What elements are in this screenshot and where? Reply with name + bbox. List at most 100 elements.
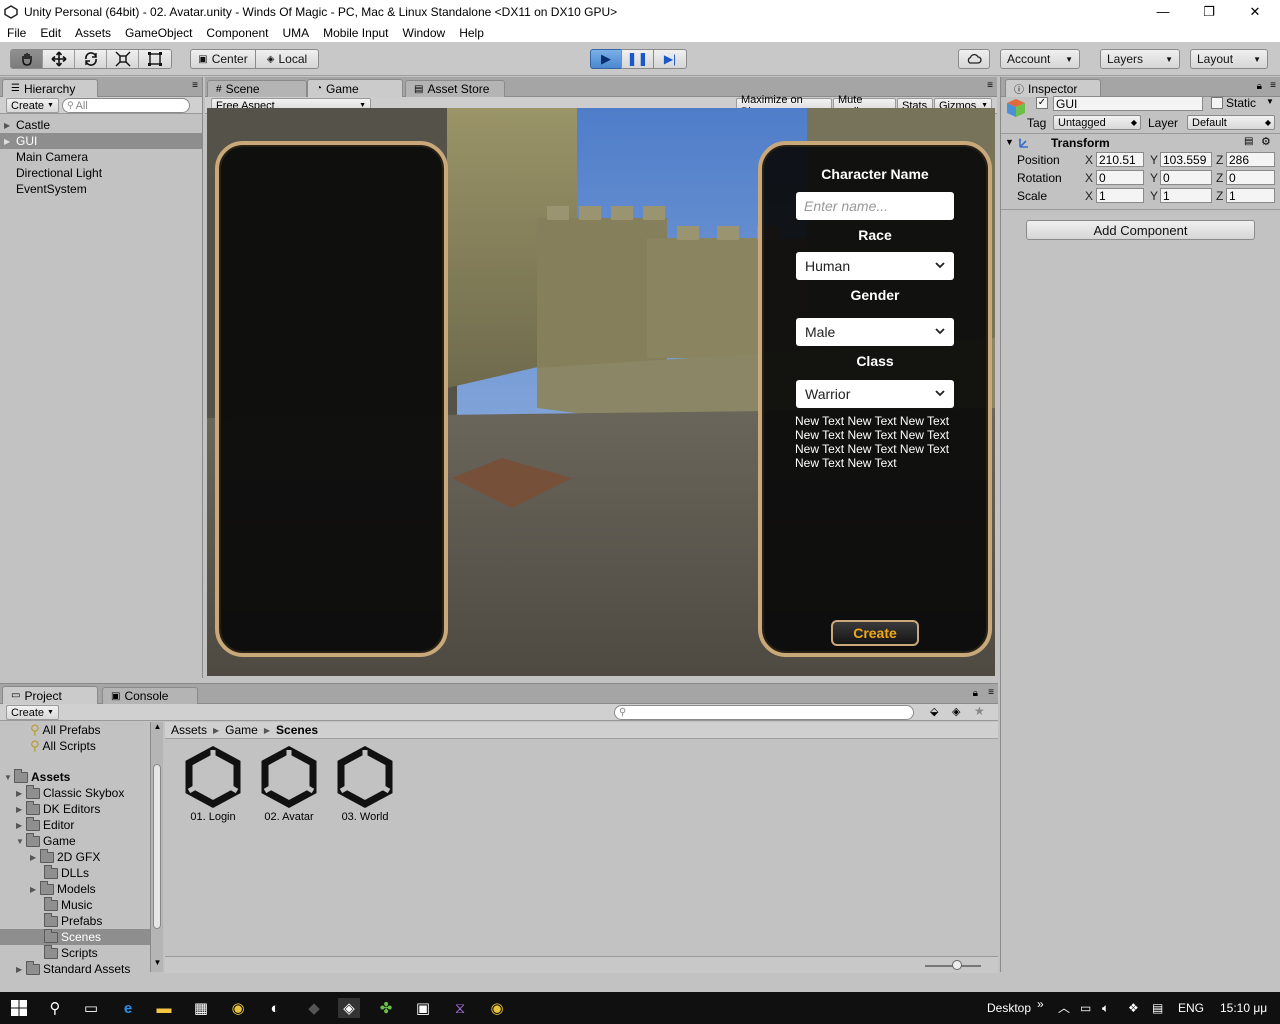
project-search-input[interactable]: ⚲ <box>614 705 914 720</box>
scale-x-field[interactable]: 1 <box>1096 188 1144 203</box>
static-dropdown-icon[interactable]: ▼ <box>1266 97 1274 106</box>
fold-arrow-icon[interactable]: ▶ <box>4 137 14 146</box>
hierarchy-item-castle[interactable]: ▶ Castle <box>0 117 202 133</box>
minimize-button[interactable]: — <box>1140 0 1186 23</box>
menu-edit[interactable]: Edit <box>33 26 68 40</box>
step-button[interactable]: ▶| <box>653 49 687 69</box>
scroll-up-icon[interactable]: ▲ <box>151 722 164 734</box>
panel-menu-icon[interactable]: ≡ <box>987 80 993 91</box>
tree-scrollbar[interactable]: ▲ ▼ <box>150 722 163 972</box>
filter-by-label-icon[interactable]: ◈ <box>952 705 960 718</box>
fold-arrow-icon[interactable]: ▶ <box>16 789 26 798</box>
app-window-icon[interactable]: ▣ <box>412 998 434 1018</box>
lock-icon[interactable]: 🔒︎ <box>1257 81 1262 92</box>
hierarchy-create-button[interactable]: Create ▼ <box>6 98 59 113</box>
menu-window[interactable]: Window <box>396 26 453 40</box>
layout-dropdown[interactable]: Layout ▼ <box>1190 49 1268 69</box>
create-character-button[interactable]: Create <box>831 620 919 646</box>
rotation-y-field[interactable]: 0 <box>1160 170 1212 185</box>
hierarchy-item-eventsystem[interactable]: EventSystem <box>0 181 202 197</box>
tree-classic-skybox[interactable]: ▶ Classic Skybox <box>0 784 150 801</box>
close-button[interactable]: ✕ <box>1232 0 1278 23</box>
fold-arrow-icon[interactable]: ▼ <box>16 837 26 846</box>
clover-icon[interactable]: ✤ <box>375 998 397 1018</box>
tab-game[interactable]: ◔ Game <box>307 79 403 97</box>
pivot-center-button[interactable]: ▣ Center <box>190 49 256 69</box>
position-y-field[interactable]: 103.559 <box>1160 152 1212 167</box>
rotate-tool-button[interactable] <box>75 50 107 68</box>
fold-arrow-icon[interactable]: ▶ <box>4 121 14 130</box>
menu-help[interactable]: Help <box>452 26 491 40</box>
menu-component[interactable]: Component <box>199 26 275 40</box>
scale-z-field[interactable]: 1 <box>1226 188 1275 203</box>
tree-assets-root[interactable]: ▼ Assets <box>0 768 150 785</box>
favorite-all-scripts[interactable]: ⚲ All Scripts <box>0 738 150 754</box>
tab-hierarchy[interactable]: ☰ Hierarchy <box>2 79 98 97</box>
chrome-icon[interactable]: ◉ <box>227 998 249 1018</box>
language-indicator[interactable]: ENG <box>1178 1001 1204 1015</box>
breadcrumb-scenes[interactable]: Scenes <box>276 723 318 737</box>
chrome-icon[interactable]: ◉ <box>486 998 508 1018</box>
dropbox-icon[interactable]: ❖ <box>1128 1001 1139 1015</box>
fold-arrow-icon[interactable]: ▶ <box>16 965 26 974</box>
tab-inspector[interactable]: ⓘ Inspector <box>1005 79 1101 97</box>
hand-tool-button[interactable] <box>11 50 43 68</box>
gender-dropdown[interactable]: Male <box>796 318 954 346</box>
hierarchy-item-directional-light[interactable]: Directional Light <box>0 165 202 181</box>
position-x-field[interactable]: 210.51 <box>1096 152 1144 167</box>
tree-scenes[interactable]: Scenes <box>0 928 150 945</box>
tree-game[interactable]: ▼ Game <box>0 832 150 849</box>
breadcrumb-game[interactable]: Game <box>225 723 258 737</box>
panel-menu-icon[interactable]: ≡ <box>192 80 198 91</box>
rotation-x-field[interactable]: 0 <box>1096 170 1144 185</box>
active-checkbox[interactable]: ✓ <box>1036 97 1048 109</box>
help-book-icon[interactable]: ▤ <box>1244 136 1253 147</box>
tray-up-arrow-icon[interactable]: ︿ <box>1058 999 1070 1016</box>
task-view-icon[interactable]: ▭ <box>80 998 102 1018</box>
breadcrumb-assets[interactable]: Assets <box>171 723 207 737</box>
object-name-field[interactable]: GUI <box>1053 96 1203 111</box>
menu-gameobject[interactable]: GameObject <box>118 26 199 40</box>
scroll-down-icon[interactable]: ▼ <box>151 958 164 970</box>
clock[interactable]: 15:10 μμ <box>1220 1001 1267 1015</box>
toolbar-chevron-icon[interactable]: » <box>1037 997 1044 1011</box>
scale-tool-button[interactable] <box>107 50 139 68</box>
icon-size-slider-thumb[interactable] <box>952 960 962 970</box>
tab-console[interactable]: ▣ Console <box>102 687 198 704</box>
layers-dropdown[interactable]: Layers ▼ <box>1100 49 1180 69</box>
tree-2d-gfx[interactable]: ▶ 2D GFX <box>0 848 150 865</box>
gear-icon[interactable]: ⚙ <box>1261 135 1271 148</box>
scale-y-field[interactable]: 1 <box>1160 188 1212 203</box>
menu-file[interactable]: File <box>0 26 33 40</box>
maximize-button[interactable]: ❐ <box>1186 0 1232 23</box>
asset-scene-world[interactable]: 03. World <box>330 746 400 823</box>
transform-fold-arrow-icon[interactable]: ▼ <box>1005 137 1014 147</box>
panel-menu-icon[interactable]: ≡ <box>988 687 994 698</box>
unity-taskbar-icon[interactable]: ◈ <box>338 998 360 1018</box>
rect-tool-button[interactable] <box>139 50 171 68</box>
tree-dk-editors[interactable]: ▶ DK Editors <box>0 800 150 817</box>
favorite-star-icon[interactable]: ★ <box>974 704 985 718</box>
pivot-local-button[interactable]: ◈ Local <box>255 49 319 69</box>
menu-uma[interactable]: UMA <box>275 26 316 40</box>
tree-standard-assets[interactable]: ▶ Standard Assets <box>0 960 150 977</box>
game-viewport[interactable]: Character Name Enter name... Race Human … <box>207 108 995 676</box>
app-generic-icon[interactable]: ◆ <box>303 998 325 1018</box>
tab-scene[interactable]: # Scene <box>207 80 307 97</box>
tree-scroll-thumb[interactable] <box>153 764 161 929</box>
menu-mobile-input[interactable]: Mobile Input <box>316 26 395 40</box>
layer-dropdown[interactable]: Default ◆ <box>1187 115 1275 130</box>
fold-arrow-icon[interactable]: ▶ <box>16 805 26 814</box>
class-dropdown[interactable]: Warrior <box>796 380 954 408</box>
action-center-icon[interactable]: ▤ <box>1152 1001 1163 1015</box>
edge-browser-icon[interactable]: e <box>117 998 139 1018</box>
tree-editor[interactable]: ▶ Editor <box>0 816 150 833</box>
tree-prefabs[interactable]: Prefabs <box>0 912 150 929</box>
hierarchy-item-gui[interactable]: ▶ GUI <box>0 133 202 149</box>
fold-arrow-icon[interactable]: ▶ <box>16 821 26 830</box>
cloud-button[interactable] <box>958 49 990 69</box>
hierarchy-item-main-camera[interactable]: Main Camera <box>0 149 202 165</box>
race-dropdown[interactable]: Human <box>796 252 954 280</box>
search-icon[interactable]: ⚲ <box>44 998 66 1018</box>
project-create-button[interactable]: Create ▼ <box>6 705 59 720</box>
